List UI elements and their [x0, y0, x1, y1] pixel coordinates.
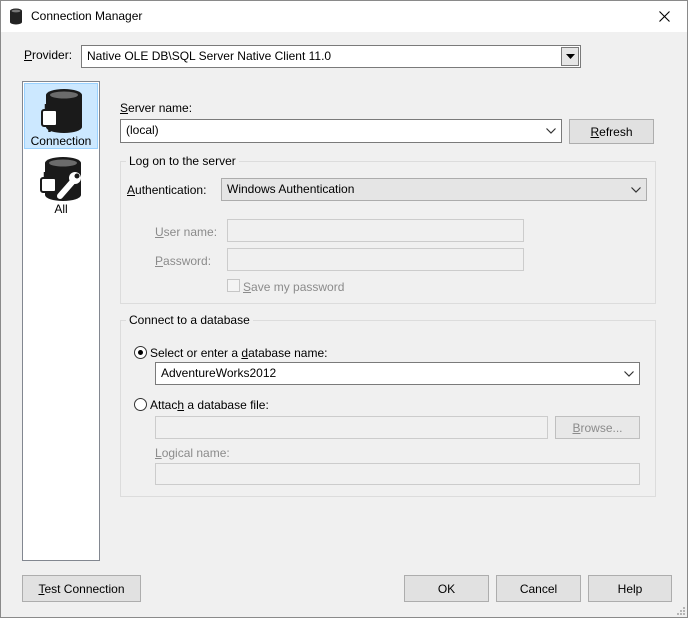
test-connection-label: Test Connection [38, 581, 125, 596]
chevron-down-icon[interactable] [542, 121, 560, 141]
authentication-value: Windows Authentication [227, 182, 355, 196]
dropdown-arrow-icon[interactable] [561, 47, 579, 66]
password-input[interactable] [227, 248, 524, 271]
cancel-button[interactable]: Cancel [496, 575, 581, 602]
database-icon [10, 8, 22, 25]
nav-item-all[interactable]: All [24, 152, 98, 218]
chevron-down-icon[interactable] [620, 364, 638, 383]
window-title: Connection Manager [31, 9, 143, 23]
nav-item-connection[interactable]: Connection [24, 83, 98, 149]
database-name-value: AdventureWorks2012 [161, 366, 277, 380]
title-bar[interactable]: Connection Manager [1, 1, 687, 32]
nav-item-label: Connection [30, 134, 92, 148]
server-name-combo[interactable]: (local) [120, 119, 562, 143]
help-button[interactable]: Help [588, 575, 672, 602]
browse-button-label: Browse... [572, 420, 623, 435]
test-connection-button[interactable]: Test Connection [22, 575, 141, 602]
logon-group-title: Log on to the server [126, 154, 239, 168]
database-name-combo[interactable]: AdventureWorks2012 [155, 362, 640, 385]
nav-item-label: All [54, 202, 68, 216]
resize-grip-icon[interactable] [675, 605, 686, 616]
server-name-label: Server name: [120, 101, 193, 115]
save-password-label: Save my password [243, 280, 345, 294]
close-button[interactable] [641, 1, 687, 32]
attach-database-radio[interactable] [134, 398, 147, 411]
close-icon [658, 11, 670, 22]
password-label: Password: [155, 254, 212, 268]
logical-name-label: Logical name: [155, 446, 230, 460]
provider-label: Provider: [24, 48, 73, 62]
refresh-button[interactable]: Refresh [569, 119, 654, 144]
database-wrench-icon [40, 157, 81, 201]
server-name-value: (local) [126, 123, 159, 137]
username-input[interactable] [227, 219, 524, 242]
provider-dropdown[interactable]: Native OLE DB\SQL Server Native Client 1… [81, 45, 581, 68]
refresh-button-label: Refresh [590, 124, 633, 139]
username-label: User name: [155, 225, 218, 239]
ok-button[interactable]: OK [404, 575, 489, 602]
chevron-down-icon[interactable] [627, 180, 645, 199]
browse-button[interactable]: Browse... [555, 416, 640, 439]
authentication-label: Authentication: [127, 183, 207, 197]
database-plug-icon [41, 89, 82, 133]
page-selector: Connection All [22, 81, 100, 561]
database-file-input[interactable] [155, 416, 548, 439]
authentication-dropdown[interactable]: Windows Authentication [221, 178, 647, 201]
database-group-title: Connect to a database [126, 313, 253, 327]
save-password-checkbox[interactable] [227, 279, 240, 292]
provider-value: Native OLE DB\SQL Server Native Client 1… [87, 49, 332, 63]
select-database-label: Select or enter a database name: [150, 346, 328, 360]
attach-database-label: Attach a database file: [150, 398, 269, 412]
select-database-radio[interactable] [134, 346, 147, 359]
logical-name-input[interactable] [155, 463, 640, 485]
connection-manager-window: Connection Manager Provider: Native OLE … [0, 0, 688, 618]
